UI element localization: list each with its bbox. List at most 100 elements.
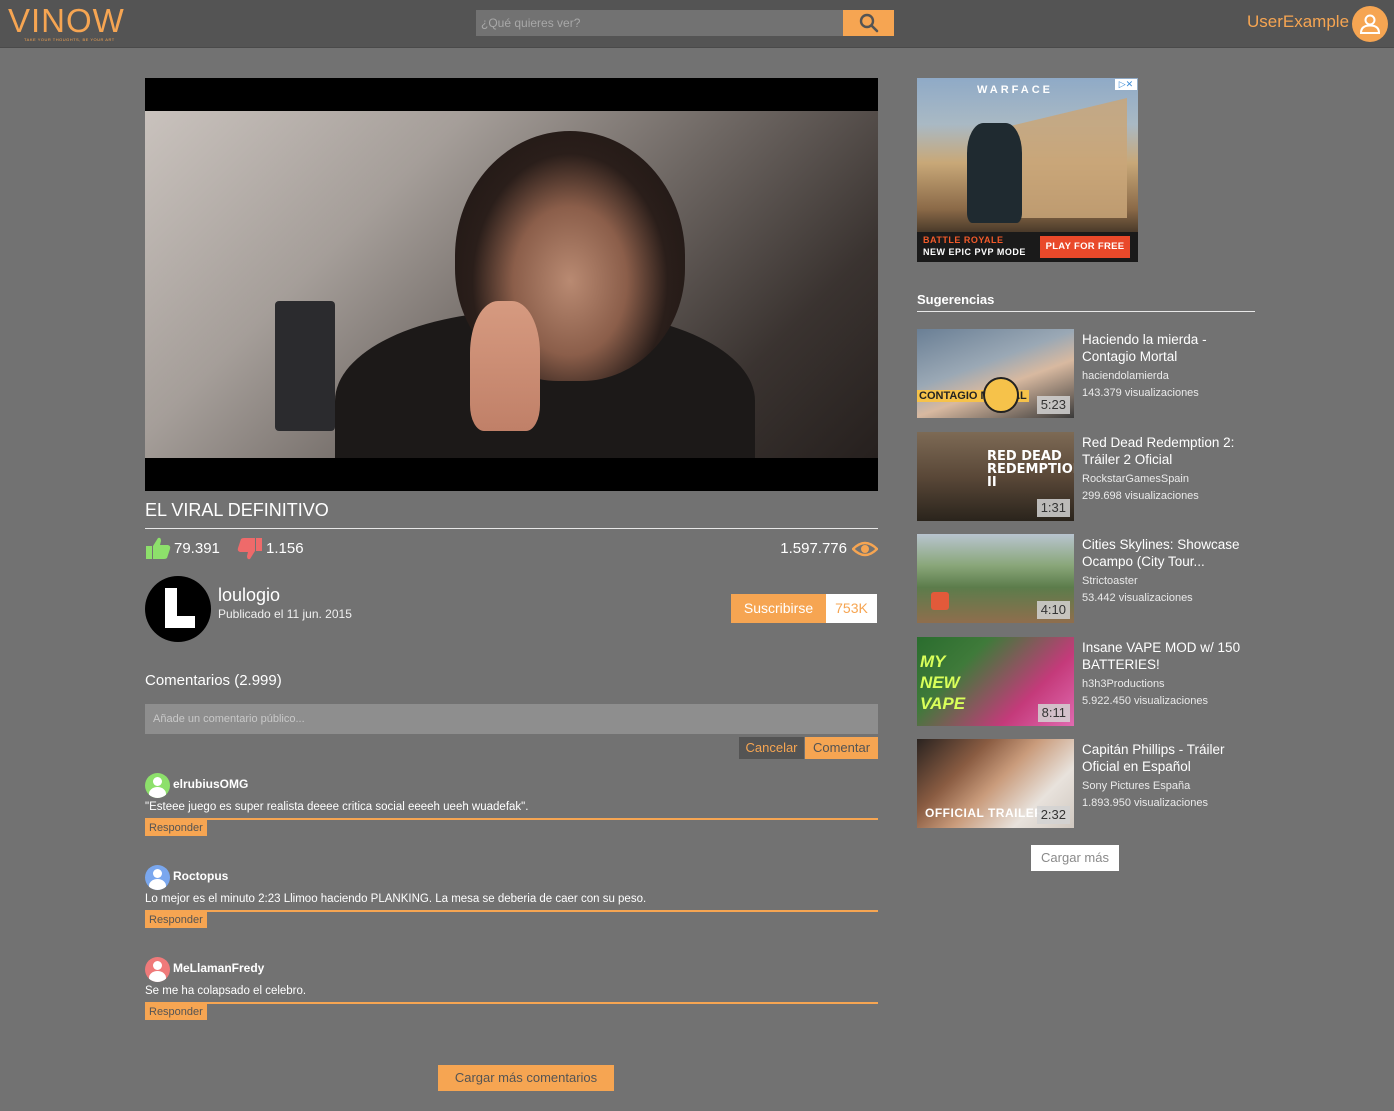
user-avatar-icon: [145, 957, 170, 982]
suggestion-channel[interactable]: Strictoaster: [1082, 575, 1138, 587]
suggestion-views: 299.698 visualizaciones: [1082, 490, 1199, 502]
comments-heading: Comentarios (2.999): [145, 672, 282, 689]
comment-author[interactable]: elrubiusOMG: [173, 777, 248, 791]
video-thumbnail[interactable]: MY NEW VAPE 8:11: [917, 637, 1074, 726]
reply-button[interactable]: Responder: [145, 912, 207, 928]
ad-close-icon[interactable]: ▷✕: [1115, 79, 1137, 90]
comment-item: MeLlamanFredy Se me ha colapsado el cele…: [145, 957, 878, 1027]
comment-divider: [145, 1002, 878, 1004]
suggestion-title[interactable]: Red Dead Redemption 2: Tráiler 2 Oficial: [1082, 434, 1252, 468]
suggestion-item[interactable]: 4:10 Cities Skylines: Showcase Ocampo (C…: [917, 534, 1255, 624]
video-duration: 4:10: [1036, 601, 1070, 619]
user-avatar[interactable]: [1352, 6, 1388, 42]
suggestion-item[interactable]: MY NEW VAPE 8:11 Insane VAPE MOD w/ 150 …: [917, 637, 1255, 727]
suggestion-views: 143.379 visualizaciones: [1082, 387, 1199, 399]
channel-name[interactable]: loulogio: [218, 585, 280, 606]
suggestions-divider: [917, 311, 1255, 312]
comment-input[interactable]: [145, 704, 878, 734]
subscriber-count: 753K: [826, 594, 877, 623]
thumbs-down-icon[interactable]: [237, 537, 263, 561]
comment-text: "Esteee juego es super realista deeee cr…: [145, 801, 529, 813]
logo-tagline: TAKE YOUR THOUGHTS, BE YOUR ART: [24, 37, 115, 42]
load-more-suggestions-button[interactable]: Cargar más: [1031, 845, 1119, 871]
username-link[interactable]: UserExample: [1247, 12, 1349, 32]
suggestion-channel[interactable]: h3h3Productions: [1082, 678, 1165, 690]
suggestion-views: 53.442 visualizaciones: [1082, 592, 1193, 604]
subscribe-button[interactable]: Suscribirse: [731, 594, 826, 623]
comment-author[interactable]: Roctopus: [173, 869, 228, 883]
video-thumbnail[interactable]: CONTAGIO MORTAL 5:23: [917, 329, 1074, 418]
suggestion-channel[interactable]: Sony Pictures España: [1082, 780, 1190, 792]
ad-footer: BATTLE ROYALE NEW EPIC PVP MODE PLAY FOR…: [917, 232, 1138, 262]
comment-text: Se me ha colapsado el celebro.: [145, 985, 307, 997]
suggestions-heading: Sugerencias: [917, 292, 995, 307]
load-more-comments-button[interactable]: Cargar más comentarios: [438, 1065, 614, 1091]
suggestion-title[interactable]: Cities Skylines: Showcase Ocampo (City T…: [1082, 536, 1252, 570]
video-duration: 8:11: [1037, 704, 1070, 722]
like-count: 79.391: [174, 540, 220, 557]
channel-logo-stroke: [165, 616, 195, 628]
search-input[interactable]: [476, 10, 843, 36]
app-logo-icon: [931, 592, 949, 610]
video-thumbnail[interactable]: 4:10: [917, 534, 1074, 623]
frame-chair: [275, 301, 335, 431]
logo-text: VINOW: [8, 2, 125, 39]
avatar-body: [149, 879, 166, 890]
video-duration: 5:23: [1036, 396, 1070, 414]
user-icon: [1359, 14, 1381, 34]
avatar-body: [149, 787, 166, 798]
suggestion-channel[interactable]: RockstarGamesSpain: [1082, 473, 1189, 485]
suggestion-item[interactable]: CONTAGIO MORTAL 5:23 Haciendo la mierda …: [917, 329, 1255, 419]
comment-button[interactable]: Comentar: [805, 737, 878, 759]
user-avatar-icon: [145, 773, 170, 798]
video-title: EL VIRAL DEFINITIVO: [145, 500, 329, 520]
suggestion-title[interactable]: Capitán Phillips - Tráiler Oficial en Es…: [1082, 741, 1252, 775]
eye-icon: [852, 541, 878, 557]
ad-line-2: NEW EPIC PVP MODE: [923, 247, 1026, 257]
ad-soldier: [967, 123, 1022, 223]
reply-button[interactable]: Responder: [145, 1004, 207, 1020]
avatar-body: [149, 971, 166, 982]
title-divider: [145, 528, 878, 529]
ad-banner[interactable]: WARFACE ▷✕ BATTLE ROYALE NEW EPIC PVP MO…: [917, 78, 1138, 262]
ad-line-1: BATTLE ROYALE: [923, 235, 1004, 245]
comment-item: elrubiusOMG "Esteee juego es super reali…: [145, 773, 878, 843]
video-frame: [145, 111, 878, 458]
ad-cta-button[interactable]: PLAY FOR FREE: [1040, 236, 1130, 258]
video-duration: 2:32: [1036, 806, 1070, 824]
avatar-head: [153, 869, 162, 878]
suggestion-title[interactable]: Haciendo la mierda - Contagio Mortal: [1082, 331, 1252, 365]
vinow-logo[interactable]: VINOW TAKE YOUR THOUGHTS, BE YOUR ART: [8, 2, 125, 43]
avatar-head: [153, 961, 162, 970]
suggestion-title[interactable]: Insane VAPE MOD w/ 150 BATTERIES!: [1082, 639, 1252, 673]
user-avatar-icon: [145, 865, 170, 890]
cancel-button[interactable]: Cancelar: [739, 737, 804, 759]
thumbs-up-icon[interactable]: [145, 536, 171, 560]
video-stats: 79.391 1.156 1.597.776: [145, 536, 878, 562]
suggestion-item[interactable]: RED DEAD REDEMPTION II 1:31 Red Dead Red…: [917, 432, 1255, 522]
avatar-head: [153, 777, 162, 786]
publish-date: Publicado el 11 jun. 2015: [218, 607, 352, 621]
video-player[interactable]: [145, 78, 878, 491]
comment-author[interactable]: MeLlamanFredy: [173, 961, 264, 975]
video-duration: 1:31: [1036, 499, 1070, 517]
comment-text: Lo mejor es el minuto 2:23 Llimoo hacien…: [145, 893, 647, 905]
search-button[interactable]: [843, 10, 894, 36]
suggestion-views: 5.922.450 visualizaciones: [1082, 695, 1208, 707]
subscribe-control: Suscribirse 753K: [731, 594, 877, 623]
video-thumbnail[interactable]: RED DEAD REDEMPTION II 1:31: [917, 432, 1074, 521]
thumbnail-overlay-text: RED DEAD REDEMPTION II: [987, 449, 1074, 490]
reply-button[interactable]: Responder: [145, 820, 207, 836]
channel-avatar[interactable]: [145, 576, 211, 642]
video-thumbnail[interactable]: OFFICIAL TRAILER 2:32: [917, 739, 1074, 828]
search-bar: [476, 10, 894, 36]
suggestion-views: 1.893.950 visualizaciones: [1082, 797, 1208, 809]
view-count: 1.597.776: [780, 540, 847, 557]
thumbnail-overlay-text: OFFICIAL TRAILER: [925, 806, 1044, 820]
suggestion-item[interactable]: OFFICIAL TRAILER 2:32 Capitán Phillips -…: [917, 739, 1255, 829]
comment-divider: [145, 818, 878, 820]
ad-brand: WARFACE: [977, 84, 1053, 96]
suggestion-channel[interactable]: haciendolamierda: [1082, 370, 1169, 382]
dislike-count: 1.156: [266, 540, 304, 557]
comment-item: Roctopus Lo mejor es el minuto 2:23 Llim…: [145, 865, 878, 935]
